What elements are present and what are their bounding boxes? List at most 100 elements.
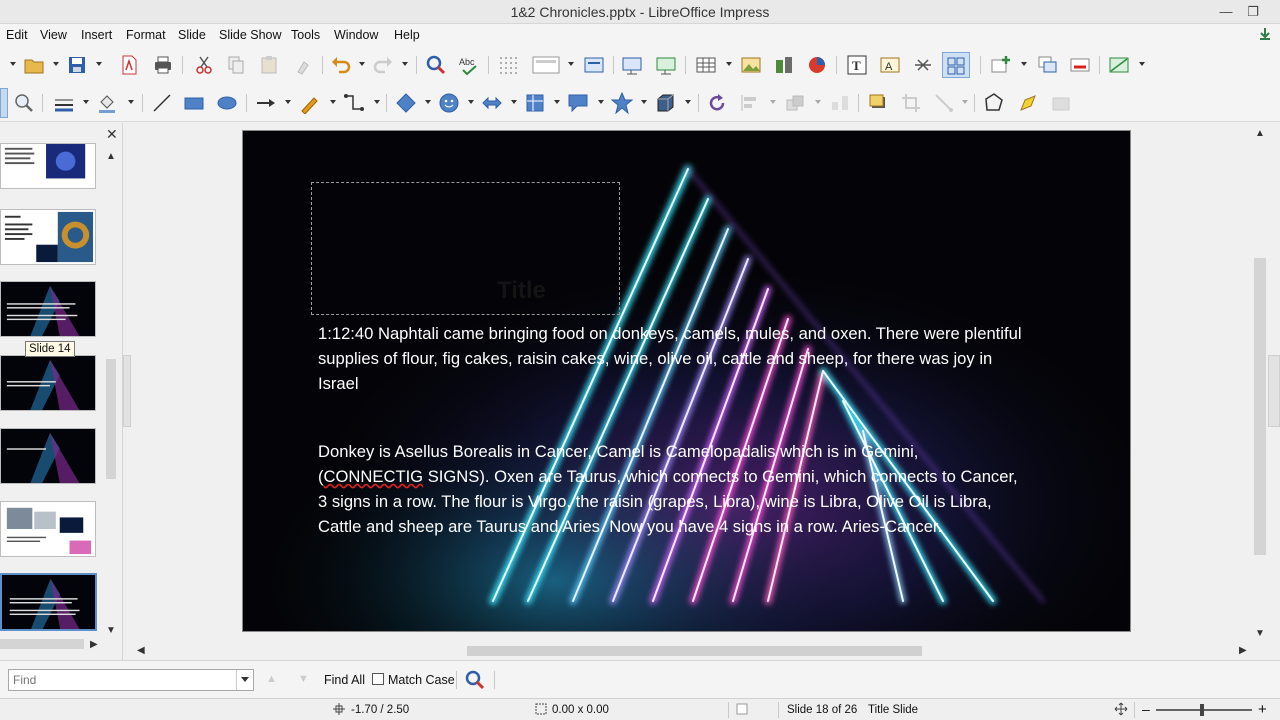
- slide-pane-hscroll-thumb[interactable]: [0, 639, 84, 649]
- insert-fontwork-icon[interactable]: A: [879, 54, 901, 76]
- find-replace-dialog-icon[interactable]: [464, 669, 486, 691]
- zoom-slider[interactable]: [1156, 709, 1252, 711]
- find-all-button[interactable]: Find All: [324, 673, 365, 687]
- points-icon[interactable]: [983, 92, 1005, 114]
- rotate-icon[interactable]: [706, 92, 728, 114]
- minimize-button[interactable]: —: [1214, 2, 1238, 22]
- slide-thumbnail[interactable]: [0, 501, 96, 557]
- menu-slide-show[interactable]: Slide Show: [219, 28, 282, 42]
- match-case-checkbox[interactable]: [372, 673, 384, 685]
- slide-canvas[interactable]: Title 1:12:40 Naphtali came bringing foo…: [243, 131, 1130, 631]
- slide-transition-icon[interactable]: [1108, 54, 1130, 76]
- toggle-extrusion-icon[interactable]: [1050, 92, 1072, 114]
- scroll-up-icon[interactable]: ▲: [1255, 128, 1265, 139]
- scroll-up-icon[interactable]: ▲: [106, 151, 116, 162]
- align-objects-icon[interactable]: [739, 92, 761, 114]
- callout-shapes-icon[interactable]: [567, 92, 589, 114]
- scroll-left-icon[interactable]: ◀: [137, 645, 145, 656]
- insert-chart-icon[interactable]: [806, 54, 828, 76]
- slide-thumbnail[interactable]: [0, 428, 96, 484]
- slide-thumbnail[interactable]: [0, 143, 96, 189]
- workspace-hscroll[interactable]: ◀ ▶: [131, 642, 1251, 660]
- pane-splitter[interactable]: [123, 355, 131, 427]
- insert-image-icon[interactable]: [740, 54, 762, 76]
- insert-audio-video-icon[interactable]: [773, 54, 795, 76]
- menu-tools[interactable]: Tools: [291, 28, 320, 42]
- menu-help[interactable]: Help: [394, 28, 420, 42]
- start-current-slide-icon[interactable]: [655, 54, 677, 76]
- start-slideshow-icon[interactable]: [621, 54, 643, 76]
- basic-shapes-icon[interactable]: [395, 92, 417, 114]
- workspace-vscroll[interactable]: ▲ ▼: [1251, 126, 1269, 642]
- find-history-dropdown[interactable]: [236, 670, 253, 690]
- menu-view[interactable]: View: [40, 28, 67, 42]
- save-icon[interactable]: [66, 54, 88, 76]
- new-slide-icon[interactable]: [990, 54, 1012, 76]
- flowchart-icon[interactable]: [524, 92, 546, 114]
- stars-icon[interactable]: [611, 92, 633, 114]
- export-pdf-icon[interactable]: [118, 54, 140, 76]
- sidebar-splitter[interactable]: [1268, 355, 1280, 427]
- paste-icon[interactable]: [258, 54, 280, 76]
- document-modified-icon[interactable]: [736, 703, 748, 715]
- arrow-line-icon[interactable]: [255, 92, 277, 114]
- slide-thumbnail[interactable]: [0, 281, 96, 337]
- download-icon[interactable]: [1258, 27, 1272, 41]
- zoom-out-icon[interactable]: –: [1142, 701, 1150, 717]
- undo-icon[interactable]: [330, 54, 352, 76]
- zoom-slider-knob[interactable]: [1200, 704, 1204, 716]
- fit-slide-icon[interactable]: [1114, 702, 1128, 716]
- connector-icon[interactable]: [343, 92, 365, 114]
- slide-paragraph-2[interactable]: Donkey is Asellus Borealis in Cancer, Ca…: [318, 439, 1028, 539]
- menu-slide[interactable]: Slide: [178, 28, 206, 42]
- display-grid-icon[interactable]: [497, 54, 519, 76]
- distribute-icon[interactable]: [829, 92, 851, 114]
- rectangle-tool-icon[interactable]: [183, 92, 205, 114]
- show-draw-functions-icon[interactable]: [942, 52, 970, 78]
- crop-icon[interactable]: [900, 92, 922, 114]
- menu-insert[interactable]: Insert: [81, 28, 112, 42]
- line-tool-icon[interactable]: [151, 92, 173, 114]
- duplicate-slide-icon[interactable]: [1037, 54, 1059, 76]
- slide-counter[interactable]: Slide 18 of 26: [787, 704, 857, 716]
- print-icon[interactable]: [152, 54, 174, 76]
- block-arrows-icon[interactable]: [481, 92, 503, 114]
- symbol-shapes-icon[interactable]: [438, 92, 460, 114]
- fill-color-icon[interactable]: [96, 92, 118, 114]
- find-replace-icon[interactable]: [425, 54, 447, 76]
- arrange-icon[interactable]: [784, 92, 806, 114]
- delete-slide-icon[interactable]: [1069, 54, 1091, 76]
- find-next-icon[interactable]: ▼: [298, 673, 309, 685]
- 3d-objects-icon[interactable]: [654, 92, 676, 114]
- spelling-icon[interactable]: Abc: [458, 54, 480, 76]
- restore-button[interactable]: ❐: [1241, 2, 1265, 22]
- slide-thumbnail-selected[interactable]: [0, 573, 97, 631]
- insert-text-box-icon[interactable]: T: [846, 54, 868, 76]
- slide-pane-scrollbar[interactable]: ▲ ▼: [104, 149, 118, 649]
- line-style-icon[interactable]: [53, 92, 75, 114]
- redo-icon[interactable]: [372, 54, 394, 76]
- slide-paragraph-1[interactable]: 1:12:40 Naphtali came bringing food on d…: [318, 321, 1028, 396]
- open-icon[interactable]: [23, 54, 45, 76]
- clone-formatting-icon[interactable]: [292, 54, 314, 76]
- find-input[interactable]: [8, 669, 254, 691]
- scroll-right-icon[interactable]: ▶: [1239, 645, 1247, 656]
- scroll-right-icon[interactable]: ▶: [90, 639, 98, 650]
- insert-table-icon[interactable]: [695, 54, 717, 76]
- zoom-in-icon[interactable]: +: [1258, 701, 1267, 718]
- title-placeholder[interactable]: Title: [311, 182, 620, 315]
- slide-thumbnail[interactable]: [0, 355, 96, 411]
- filter-icon[interactable]: [933, 92, 955, 114]
- scroll-down-icon[interactable]: ▼: [1255, 628, 1265, 639]
- curve-tool-icon[interactable]: [299, 92, 321, 114]
- insert-special-char-icon[interactable]: [912, 54, 934, 76]
- shadow-icon[interactable]: [867, 92, 889, 114]
- glue-points-icon[interactable]: [1017, 92, 1039, 114]
- slide-thumbnail[interactable]: [0, 209, 96, 265]
- menu-window[interactable]: Window: [334, 28, 378, 42]
- copy-icon[interactable]: [225, 54, 247, 76]
- find-previous-icon[interactable]: ▲: [266, 673, 277, 685]
- scroll-down-icon[interactable]: ▼: [106, 625, 116, 636]
- slide-layout-icon[interactable]: [532, 54, 560, 76]
- master-slide-icon[interactable]: [583, 54, 605, 76]
